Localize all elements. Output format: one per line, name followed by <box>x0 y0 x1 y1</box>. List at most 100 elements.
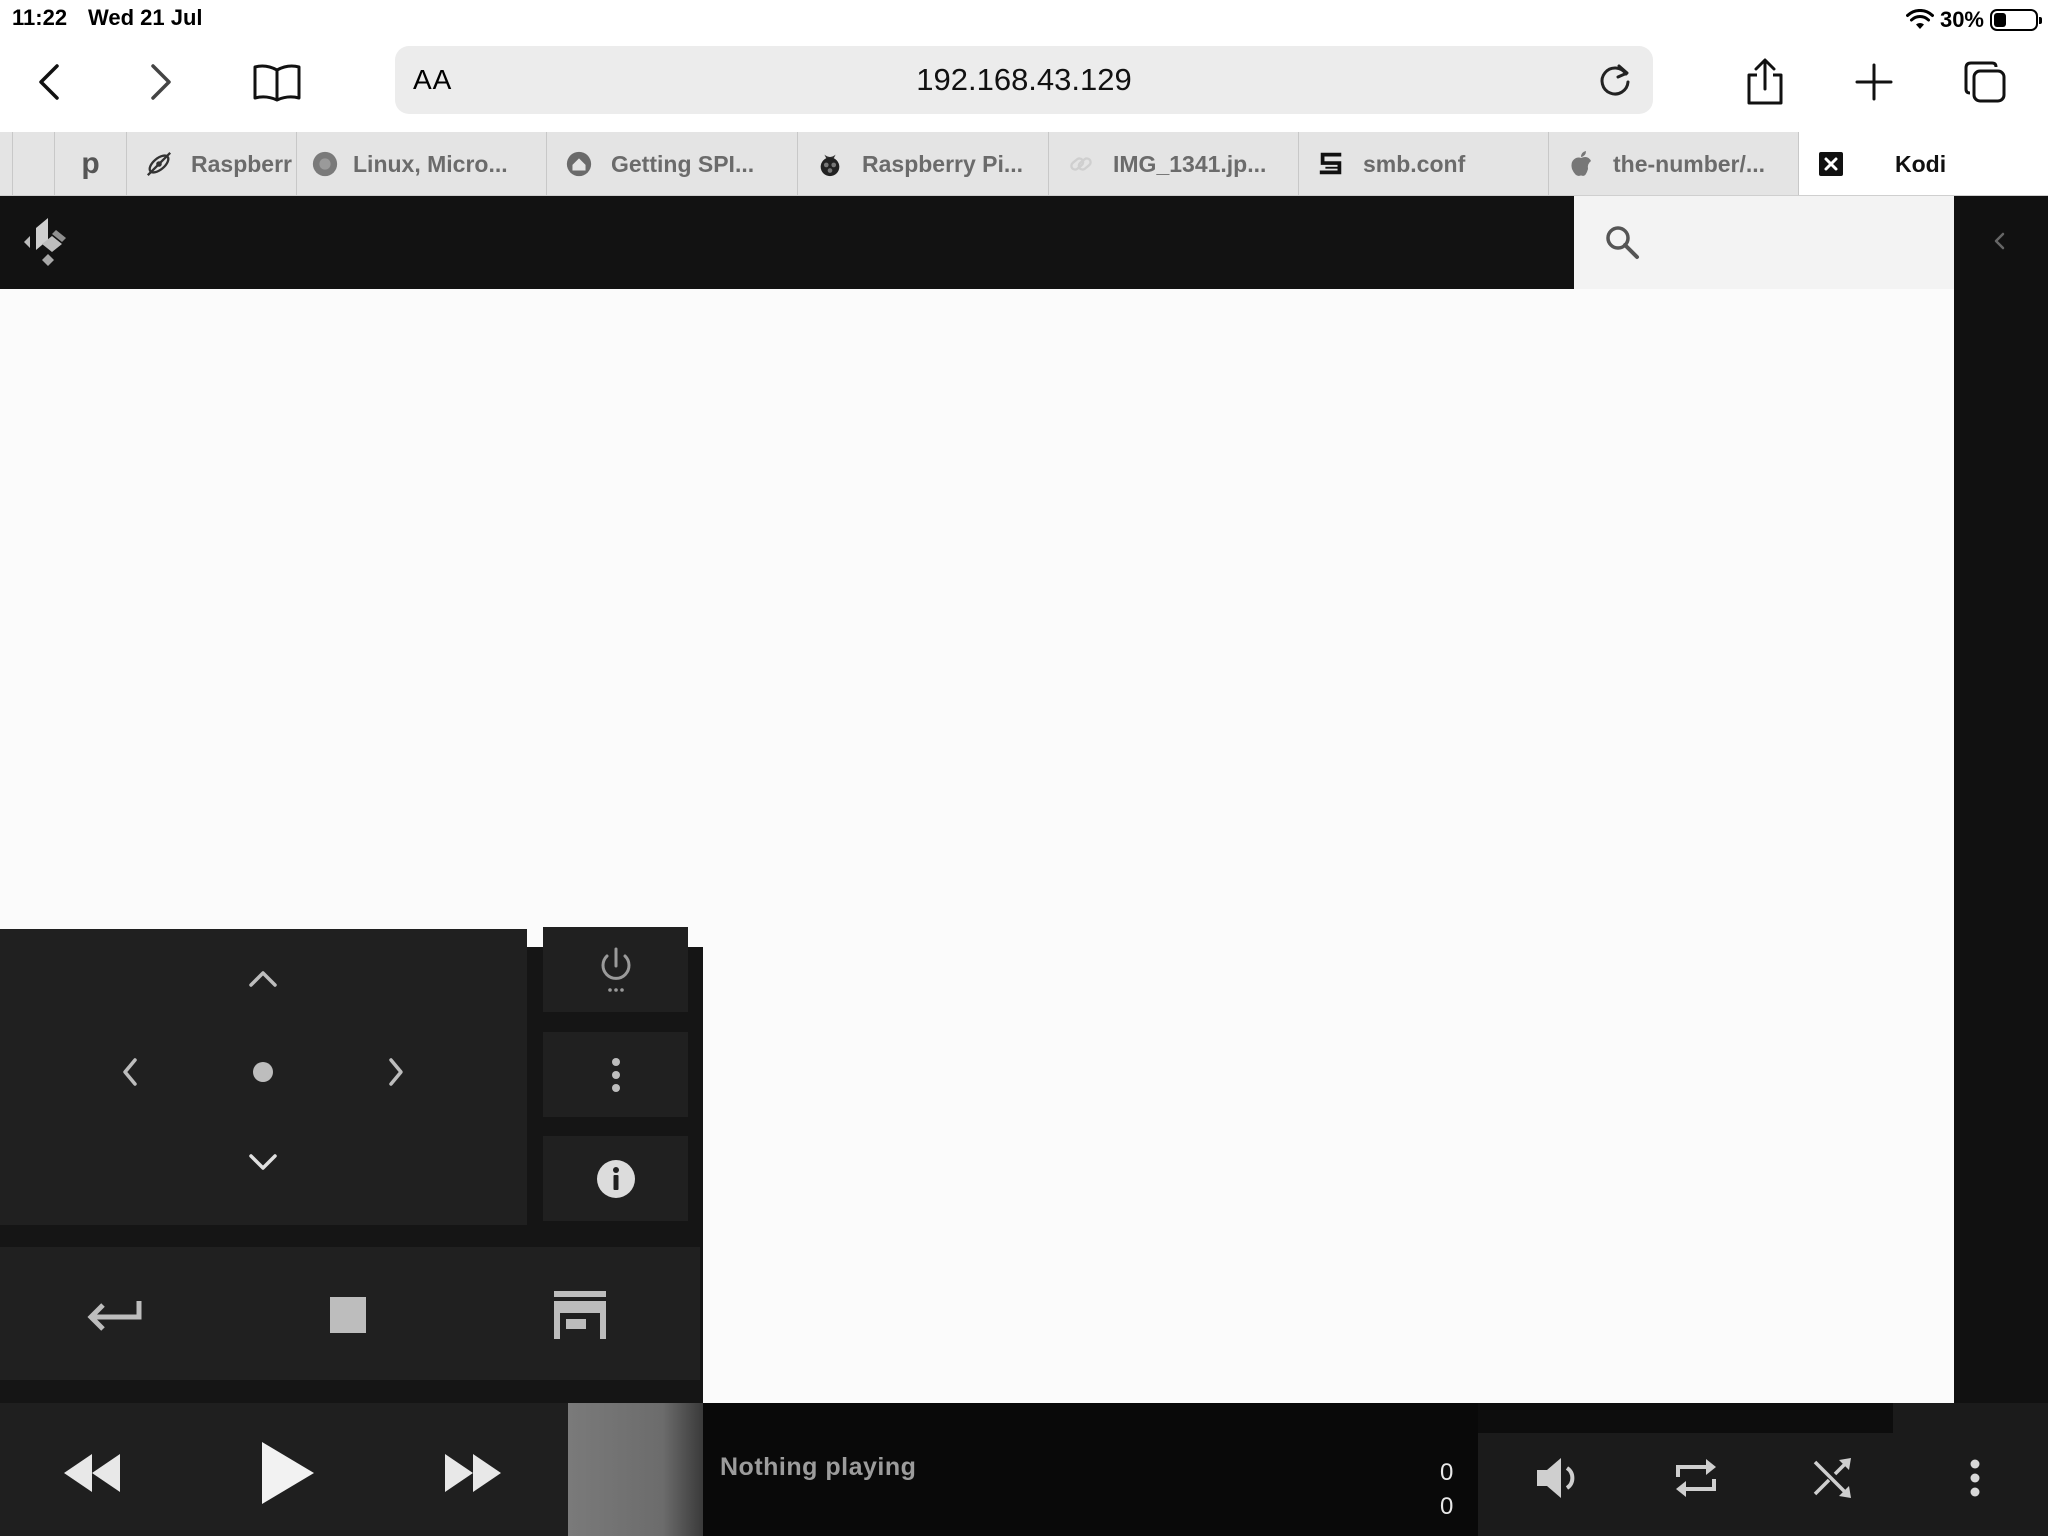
tab-linux[interactable]: Linux, Micro... <box>296 132 546 195</box>
now-playing-thumbnail <box>568 1403 703 1536</box>
tab-raspberry[interactable]: Raspberr <box>126 132 296 195</box>
rewind-icon <box>64 1454 120 1492</box>
store-icon <box>554 1291 606 1339</box>
return-icon <box>87 1301 142 1331</box>
up-button[interactable] <box>228 944 298 1014</box>
chevron-left-icon[interactable] <box>1984 226 2014 256</box>
shuffle-icon <box>1813 1458 1851 1498</box>
status-date: Wed 21 Jul <box>88 5 203 30</box>
tab-p[interactable]: p <box>54 132 126 195</box>
chevron-left-icon <box>123 1058 137 1086</box>
tab-label: Raspberry Pi... <box>862 150 1024 177</box>
back-button[interactable] <box>20 52 80 112</box>
book-icon <box>253 64 301 102</box>
new-tab-button[interactable] <box>1844 52 1904 112</box>
more-options-button[interactable] <box>1940 1443 2010 1513</box>
dot-icon <box>253 1062 273 1082</box>
repeat-button[interactable] <box>1661 1443 1731 1513</box>
tab-label: Kodi <box>1895 150 1947 177</box>
tab-label: the-number/... <box>1613 150 1766 177</box>
battery-percent: 30% <box>1939 7 1984 32</box>
chevron-down-icon <box>249 1154 277 1170</box>
tab-strip: p Raspberr Linux, Micro... Getting SPI..… <box>0 132 2048 196</box>
kodi-header <box>0 196 1574 289</box>
info-button[interactable] <box>543 1136 688 1221</box>
wifi-icon <box>1905 9 1934 29</box>
more-vertical-icon <box>611 1057 620 1092</box>
tab-raspberry-pi[interactable]: Raspberry Pi... <box>797 132 1048 195</box>
stop-icon <box>330 1297 366 1333</box>
share-icon <box>1747 58 1783 105</box>
tabs-overview-button[interactable] <box>1955 52 2015 112</box>
battery-icon <box>1990 9 2042 31</box>
rewind-button[interactable] <box>47 1428 137 1518</box>
power-icon <box>601 947 630 992</box>
url-text[interactable]: 192.168.43.129 <box>395 62 1653 98</box>
tab-pinned[interactable] <box>12 132 54 195</box>
battery-level <box>1994 13 2006 27</box>
forward-button[interactable] <box>130 52 190 112</box>
globe-icon <box>311 150 339 178</box>
plus-icon <box>1855 63 1893 101</box>
time-total: 0 <box>1440 1493 1454 1520</box>
transport-controls <box>0 1403 568 1536</box>
status-bar: 11:22 Wed 21 Jul 30% <box>0 0 2048 40</box>
home-button[interactable] <box>540 1275 620 1355</box>
time-elapsed: 0 <box>1440 1459 1454 1486</box>
raspberry-icon <box>816 150 844 178</box>
left-button[interactable] <box>95 1037 165 1107</box>
down-button[interactable] <box>228 1127 298 1197</box>
bookmarks-button[interactable] <box>247 52 307 112</box>
chevron-up-icon <box>249 971 277 987</box>
chevron-left-icon <box>39 64 59 100</box>
status-indicators: 30% <box>1905 5 2042 35</box>
remote-action-row <box>0 1247 700 1380</box>
fast-forward-icon <box>445 1454 501 1492</box>
now-playing-title: Nothing playing <box>720 1453 917 1481</box>
stop-button[interactable] <box>308 1275 388 1355</box>
tab-label: Linux, Micro... <box>353 150 508 177</box>
volume-icon <box>1537 1458 1575 1498</box>
address-bar[interactable]: AA 192.168.43.129 <box>395 46 1653 114</box>
tab-label: smb.conf <box>1363 150 1466 177</box>
reload-icon[interactable] <box>1595 60 1635 100</box>
satellite-icon <box>145 150 173 178</box>
progress-track[interactable] <box>1478 1403 1893 1433</box>
more-vertical-icon <box>1970 1459 1980 1497</box>
power-button[interactable] <box>543 927 688 1012</box>
tab-label: Raspberr <box>191 150 292 177</box>
tab-label: Getting SPI... <box>611 150 755 177</box>
back-button[interactable] <box>75 1275 155 1355</box>
player-bar: Nothing playing 0 0 <box>0 1403 2048 1536</box>
share-button[interactable] <box>1735 52 1795 112</box>
dpad <box>0 929 527 1225</box>
info-icon <box>596 1159 635 1198</box>
select-button[interactable] <box>228 1037 298 1107</box>
home-icon <box>565 150 593 178</box>
context-menu-button[interactable] <box>543 1032 688 1117</box>
search-box[interactable] <box>1574 196 1954 289</box>
apple-icon <box>1567 150 1595 178</box>
close-tab-icon[interactable] <box>1817 150 1845 178</box>
tab-the-number[interactable]: the-number/... <box>1548 132 1798 195</box>
tab-img[interactable]: IMG_1341.jp... <box>1048 132 1298 195</box>
remote-panel <box>0 925 703 1403</box>
volume-button[interactable] <box>1524 1443 1594 1513</box>
tabs-icon <box>1964 61 2006 103</box>
fast-forward-button[interactable] <box>428 1428 518 1518</box>
tab-label: IMG_1341.jp... <box>1113 150 1267 177</box>
chevron-right-icon <box>151 64 171 100</box>
right-button[interactable] <box>361 1037 431 1107</box>
tab-label: p <box>81 147 100 180</box>
s-logo-icon <box>1317 150 1345 178</box>
tab-getting-spi[interactable]: Getting SPI... <box>546 132 797 195</box>
kodi-sidebar <box>1954 196 2048 1536</box>
tab-smb-conf[interactable]: smb.conf <box>1298 132 1548 195</box>
search-icon <box>1606 226 1639 259</box>
shuffle-button[interactable] <box>1798 1443 1868 1513</box>
chevron-right-icon <box>389 1058 403 1086</box>
play-button[interactable] <box>243 1428 333 1518</box>
repeat-icon <box>1676 1459 1716 1497</box>
tab-kodi[interactable]: Kodi <box>1798 132 2048 195</box>
kodi-logo-icon[interactable] <box>18 216 74 272</box>
